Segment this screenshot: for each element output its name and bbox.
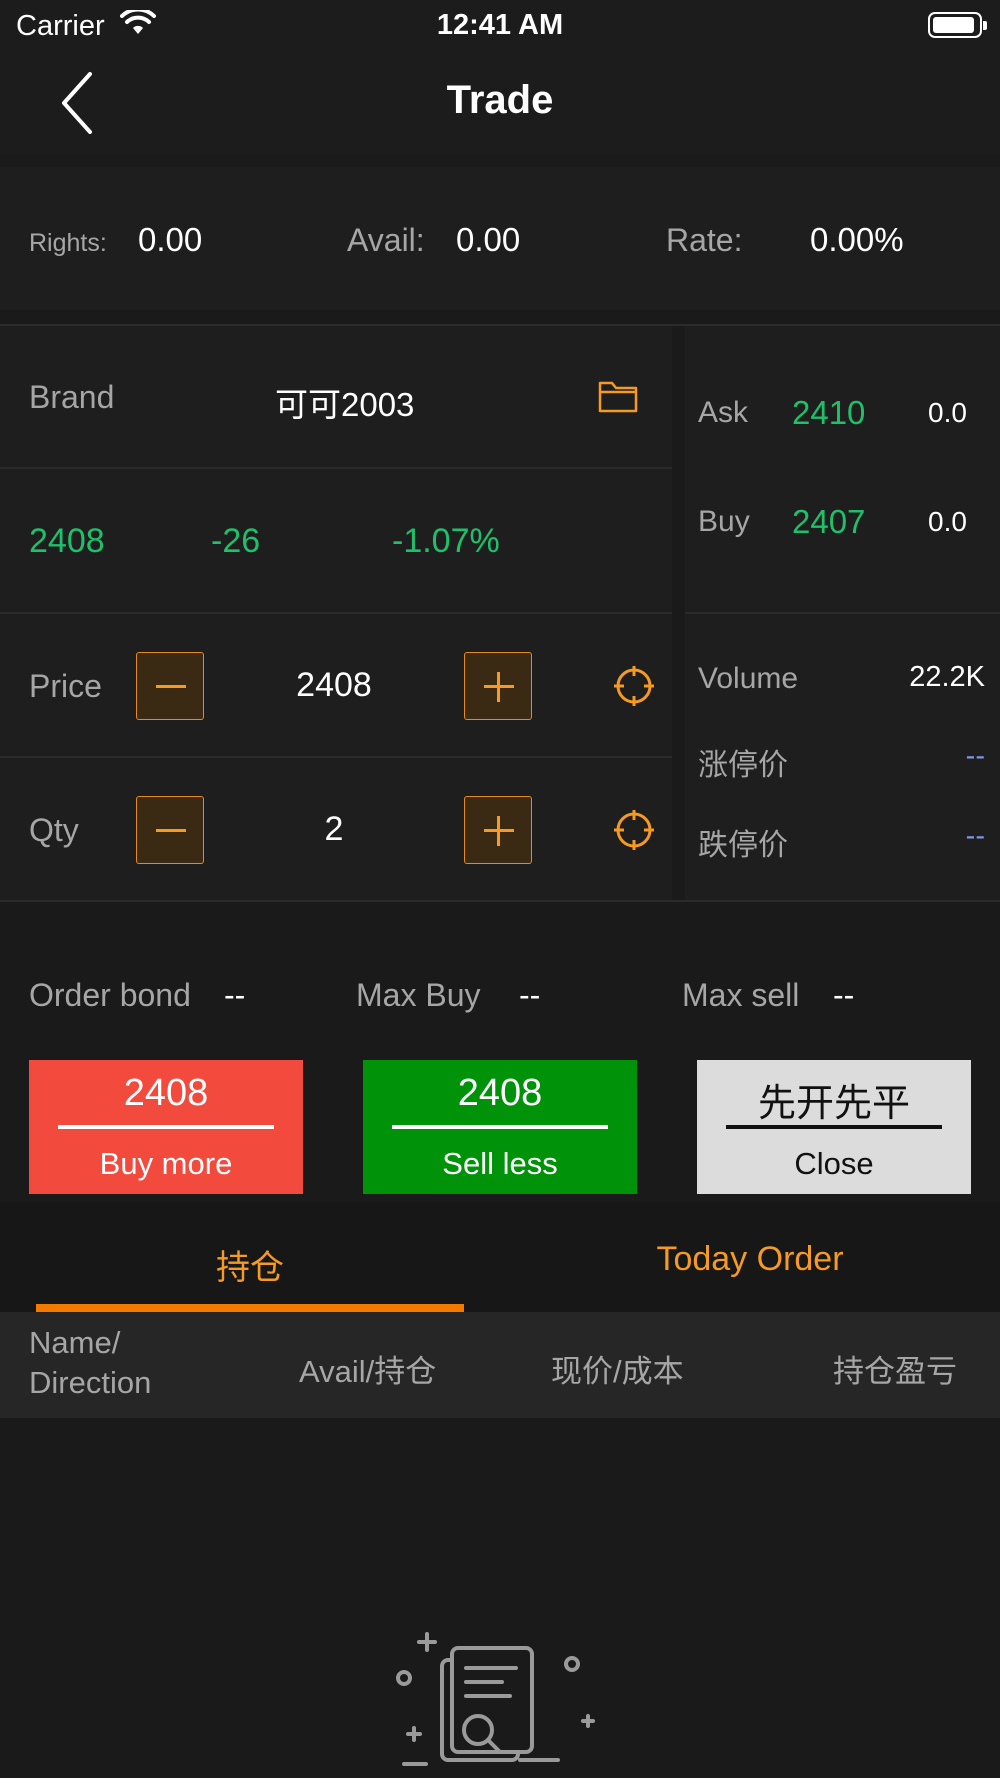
sell-less-price: 2408 [457, 1072, 543, 1114]
price-label: Price [29, 668, 102, 704]
limit-down-label: 跌停价 [698, 829, 788, 862]
price-increment-button[interactable] [464, 652, 532, 720]
price-input[interactable]: 2408 [234, 666, 434, 705]
rights-value: 0.00 [138, 221, 203, 258]
order-book-panel: Ask 2410 0.0 Buy 2407 0.0 [685, 326, 1000, 612]
qty-label: Qty [29, 812, 79, 848]
max-sell-value: -- [833, 977, 855, 1013]
column-name-direction-line2: Direction [29, 1365, 152, 1400]
brand-label: Brand [29, 379, 115, 415]
nav-bar: Trade [0, 52, 1000, 154]
buy-qty: 0.0 [928, 506, 967, 537]
close-label: Close [794, 1146, 874, 1181]
column-name-direction-line1: Name/ [29, 1325, 121, 1360]
divider [726, 1125, 942, 1129]
qty-decrement-button[interactable] [136, 796, 204, 864]
volume-value: 22.2K [909, 661, 985, 693]
avail-label: Avail: [347, 222, 425, 258]
column-pnl: 持仓盈亏 [833, 1354, 957, 1389]
buy-more-label: Buy more [99, 1146, 233, 1181]
limit-down-value: -- [965, 820, 985, 852]
page-title: Trade [446, 78, 554, 122]
crosshair-icon[interactable] [613, 665, 655, 712]
divider [0, 756, 672, 758]
rights-label: Rights: [29, 229, 107, 257]
tab-positions[interactable]: 持仓 [36, 1240, 464, 1289]
divider [0, 612, 672, 614]
divider [58, 1125, 274, 1129]
avail-value: 0.00 [456, 221, 521, 258]
buy-label: Buy [698, 505, 750, 538]
order-entry-panel: Brand 可可2003 2408 -26 -1.07% Price 2408 … [0, 324, 672, 902]
buy-price: 2407 [792, 503, 866, 540]
price-change: -26 [211, 522, 261, 560]
price-change-percent: -1.07% [392, 522, 500, 560]
qty-increment-button[interactable] [464, 796, 532, 864]
close-mode-label: 先开先平 [757, 1083, 910, 1125]
status-bar: Carrier 12:41 AM [0, 0, 1000, 52]
stats-panel: Volume 22.2K 涨停价 -- 跌停价 -- [685, 614, 1000, 900]
account-summary: Rights: 0.00 Avail: 0.00 Rate: 0.00% [0, 167, 1000, 310]
empty-document-search-icon [390, 1630, 610, 1778]
tab-today-order[interactable]: Today Order [536, 1240, 964, 1279]
folder-icon[interactable] [598, 379, 638, 418]
buy-more-button[interactable]: 2408 Buy more [29, 1060, 303, 1194]
tab-bar: 持仓 Today Order [0, 1202, 1000, 1312]
tab-active-indicator [36, 1304, 464, 1312]
battery-icon [928, 12, 987, 38]
max-sell-label: Max sell [682, 977, 800, 1013]
divider [0, 900, 1000, 902]
buy-more-price: 2408 [123, 1072, 209, 1114]
qty-input[interactable]: 2 [234, 810, 434, 849]
rate-value: 0.00% [810, 221, 904, 258]
ask-price: 2410 [792, 394, 866, 431]
brand-value[interactable]: 可可2003 [275, 378, 414, 426]
limit-up-value: -- [965, 740, 985, 772]
column-avail: Avail/持仓 [299, 1354, 437, 1389]
order-bond-value: -- [224, 977, 246, 1013]
price-decrement-button[interactable] [136, 652, 204, 720]
clock: 12:41 AM [436, 9, 564, 41]
divider [0, 467, 672, 469]
crosshair-icon[interactable] [613, 809, 655, 856]
sell-less-button[interactable]: 2408 Sell less [363, 1060, 637, 1194]
column-price-cost: 现价/成本 [551, 1354, 684, 1389]
positions-table-header: Name/ Direction Avail/持仓 现价/成本 持仓盈亏 [0, 1312, 1000, 1418]
order-bond-label: Order bond [29, 977, 191, 1013]
divider [392, 1125, 608, 1129]
sell-less-label: Sell less [442, 1146, 558, 1181]
ask-qty: 0.0 [928, 397, 967, 428]
ask-label: Ask [698, 396, 749, 429]
limit-up-label: 涨停价 [698, 749, 788, 782]
rate-label: Rate: [666, 222, 743, 258]
max-buy-value: -- [519, 977, 541, 1013]
last-price: 2408 [29, 522, 105, 560]
volume-label: Volume [698, 662, 799, 695]
close-button[interactable]: 先开先平 Close [697, 1060, 971, 1194]
max-buy-label: Max Buy [356, 977, 481, 1013]
